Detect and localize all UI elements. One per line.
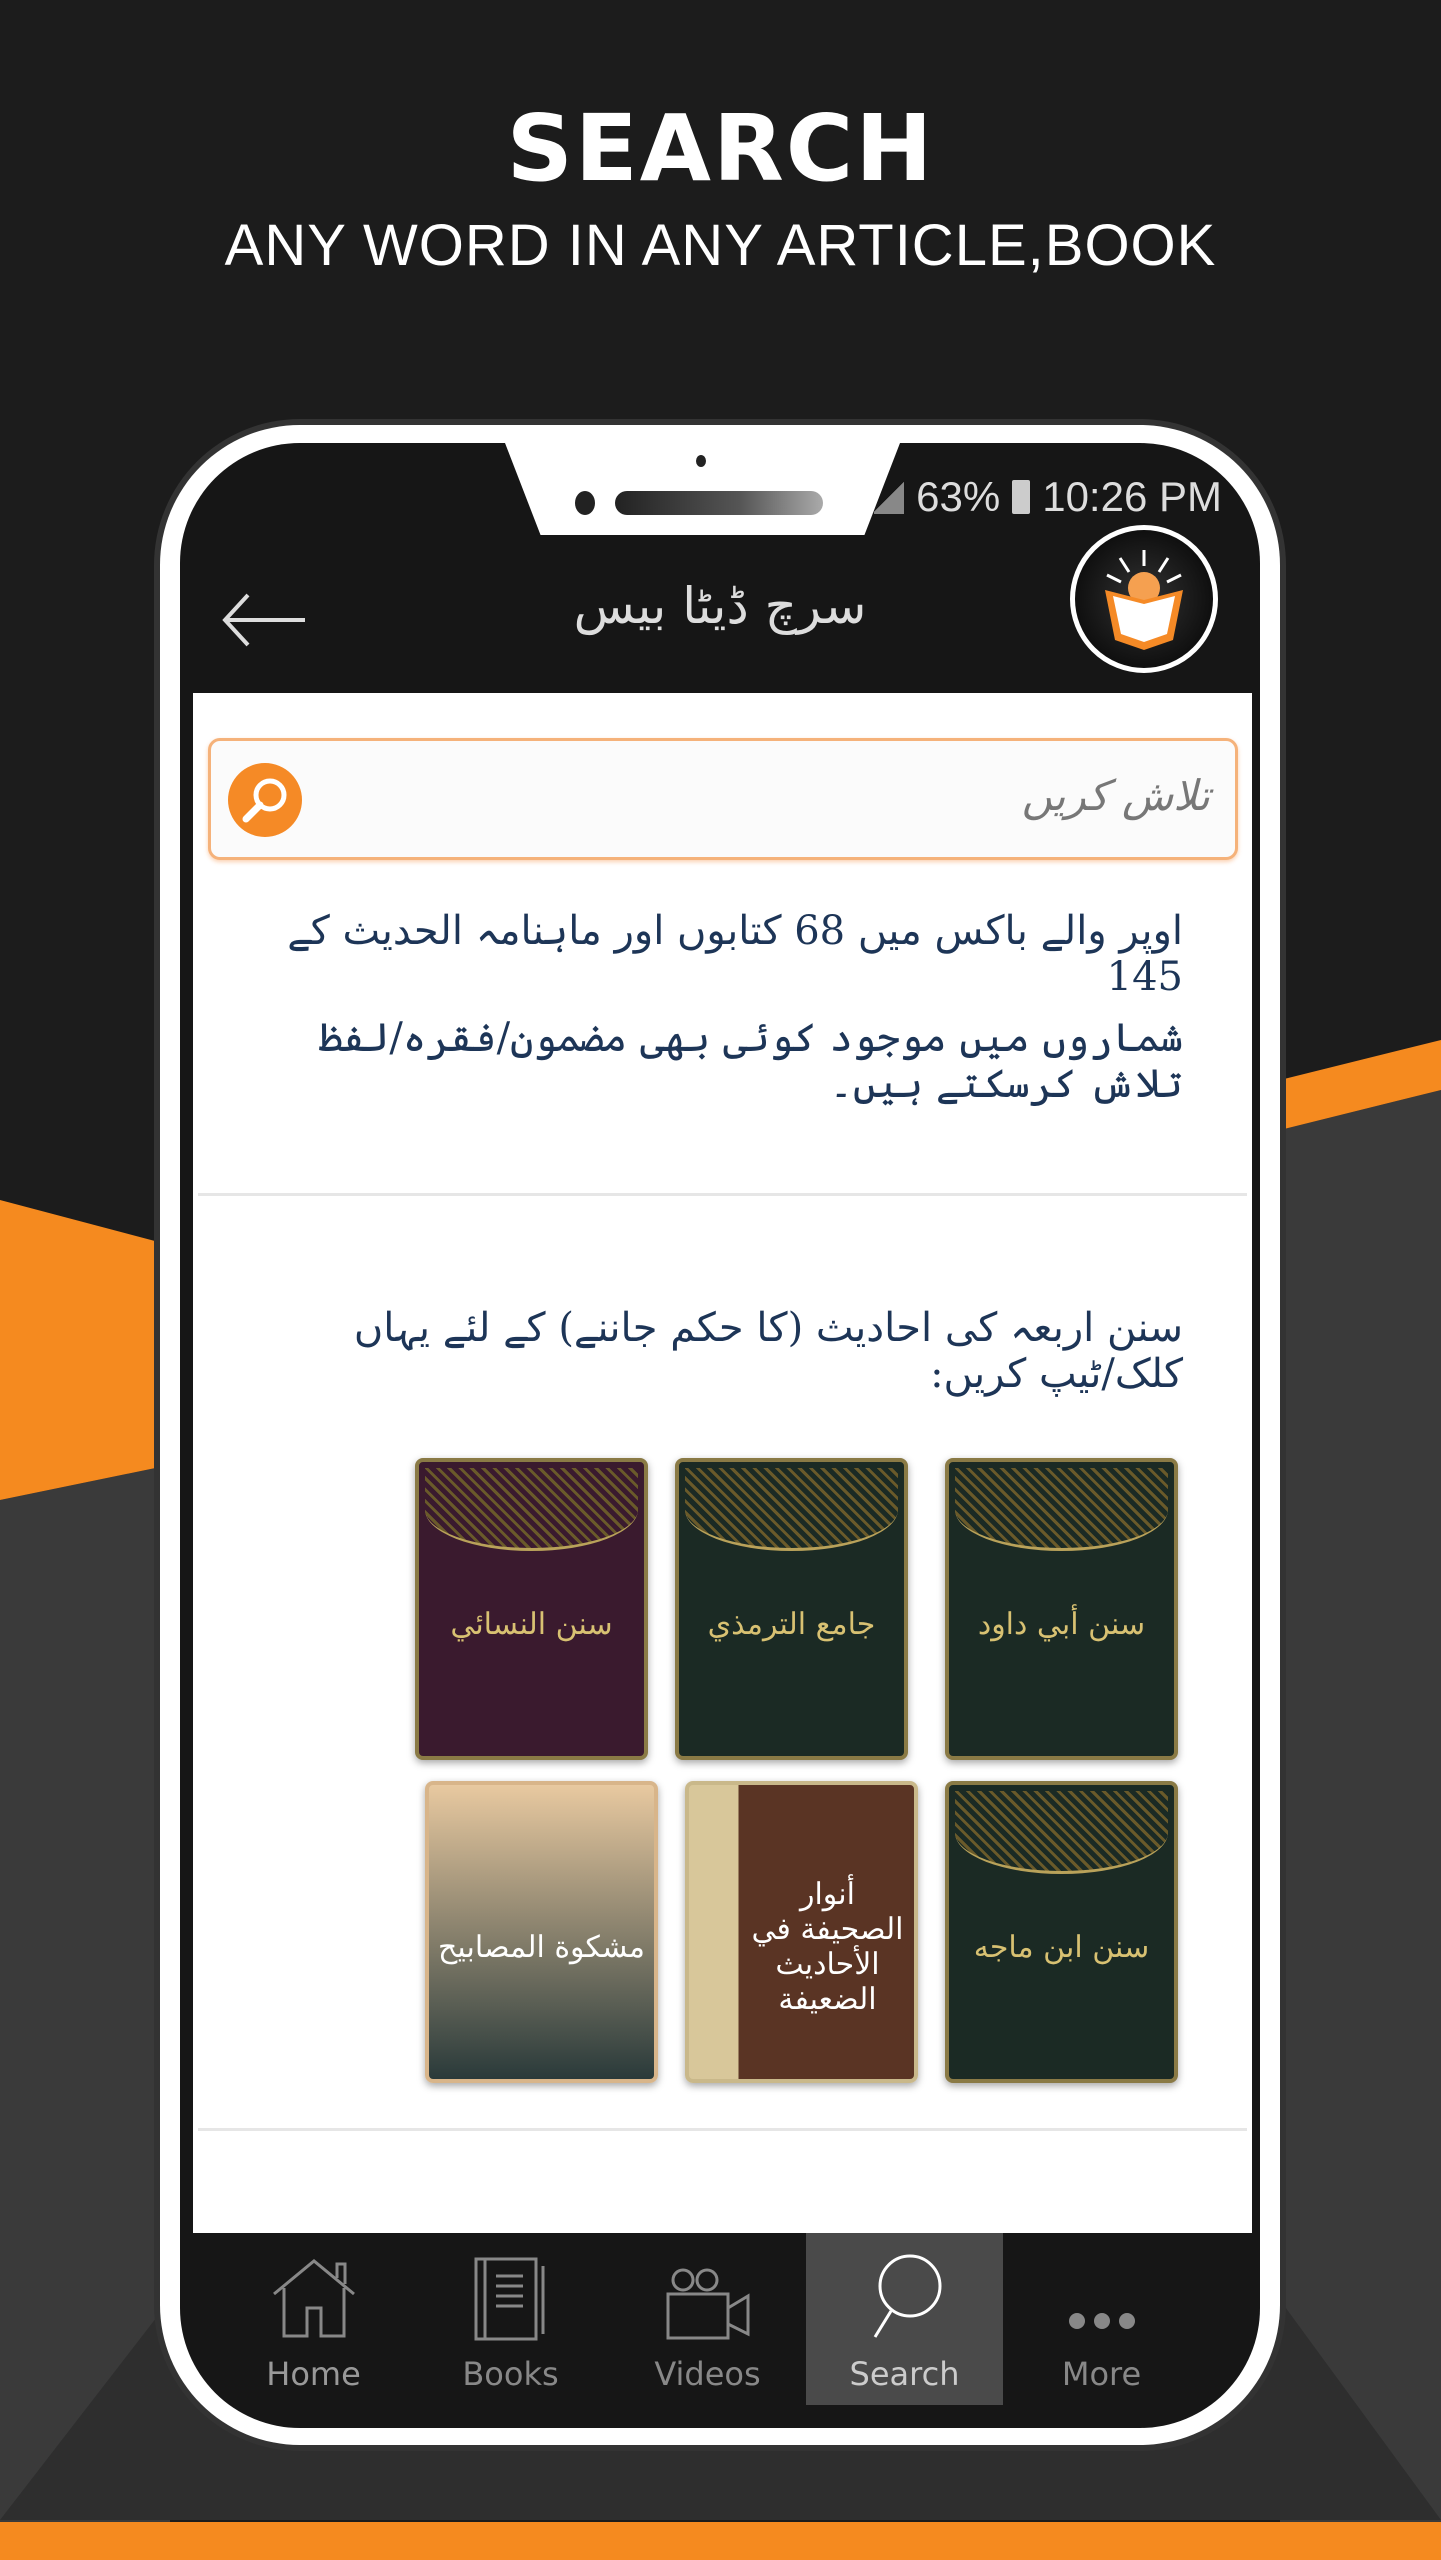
battery-icon bbox=[1012, 480, 1031, 514]
app-logo bbox=[1070, 525, 1218, 673]
book-cover-ibn-majah[interactable]: سنن ابن ماجه bbox=[945, 1781, 1178, 2083]
sensor-icon bbox=[575, 491, 595, 515]
nav-label: Home bbox=[266, 2355, 361, 2393]
book-cover-nasai[interactable]: سنن النسائي bbox=[415, 1458, 648, 1760]
nav-books[interactable]: Books bbox=[412, 2233, 609, 2405]
camera-icon bbox=[696, 455, 706, 467]
promo-subtitle: ANY WORD IN ANY ARTICLE,BOOK bbox=[224, 213, 1217, 278]
status-bar: 63% 10:26 PM bbox=[874, 473, 1222, 521]
divider bbox=[198, 1193, 1247, 1196]
promo-title: SEARCH bbox=[506, 95, 935, 202]
nav-home[interactable]: Home bbox=[215, 2233, 412, 2405]
book-cover-anwar-us-sahifa[interactable]: أنوار الصحيفة في الأحاديث الضعيفة bbox=[685, 1781, 918, 2083]
book-title: سنن أبي داود bbox=[977, 1606, 1146, 1642]
book-cover-tirmidhi[interactable]: جامع الترمذي bbox=[675, 1458, 908, 1760]
search-input[interactable]: تلاش کریں bbox=[208, 738, 1238, 860]
book-title: جامع الترمذي bbox=[707, 1606, 876, 1642]
signal-icon bbox=[874, 480, 905, 514]
intro-line-2: شماروں میں موجود کوئی بھی مضمون/فقرہ/لفظ… bbox=[319, 1015, 1183, 1107]
search-icon[interactable] bbox=[228, 763, 302, 837]
book-cover-mishkat[interactable]: مشكوة المصابيح bbox=[425, 1781, 658, 2083]
battery-percent: 63% bbox=[916, 473, 1001, 520]
nav-label: Books bbox=[462, 2355, 559, 2393]
phone-frame: 63% 10:26 PM سرچ ڈیٹا بیس تلاش کریں اوپر… bbox=[160, 425, 1280, 2445]
intro-line-1: اوپر والے باکس میں 68 کتابوں اور ماہنامہ… bbox=[287, 908, 1183, 1000]
phone-notch bbox=[505, 443, 900, 535]
nav-videos[interactable]: Videos bbox=[609, 2233, 806, 2405]
search-placeholder: تلاش کریں bbox=[1021, 771, 1210, 820]
home-icon bbox=[272, 2259, 355, 2338]
bottom-nav: Home Books Videos Search More bbox=[180, 2233, 1260, 2428]
content-area: تلاش کریں اوپر والے باکس میں 68 کتابوں ا… bbox=[193, 693, 1252, 2233]
nav-search[interactable]: Search bbox=[806, 2233, 1003, 2405]
nav-label: Videos bbox=[654, 2355, 761, 2393]
sunan-heading: سنن اربعہ کی احادیث (کا حکم جاننے) کے لئ… bbox=[353, 1305, 1183, 1397]
app-bar: سرچ ڈیٹا بیس bbox=[180, 525, 1260, 693]
speaker-icon bbox=[615, 491, 823, 515]
more-dots-icon bbox=[1068, 2313, 1135, 2329]
nav-label: Search bbox=[849, 2355, 960, 2393]
book-title: مشكوة المصابيح bbox=[438, 1929, 645, 1965]
nav-more[interactable]: More bbox=[1003, 2233, 1200, 2405]
book-title: أنوار الصحيفة في الأحاديث الضعيفة bbox=[751, 1877, 904, 2017]
book-cover-abu-dawud[interactable]: سنن أبي داود bbox=[945, 1458, 1178, 1760]
phone-screen: 63% 10:26 PM سرچ ڈیٹا بیس تلاش کریں اوپر… bbox=[180, 443, 1260, 2428]
clock: 10:26 PM bbox=[1042, 473, 1222, 520]
book-title: سنن ابن ماجه bbox=[973, 1929, 1150, 1965]
nav-label: More bbox=[1061, 2355, 1142, 2393]
search-icon bbox=[873, 2254, 941, 2338]
divider bbox=[198, 2128, 1247, 2131]
video-camera-icon bbox=[666, 2268, 749, 2340]
book-title: سنن النسائي bbox=[450, 1606, 613, 1642]
book-icon bbox=[474, 2257, 544, 2341]
